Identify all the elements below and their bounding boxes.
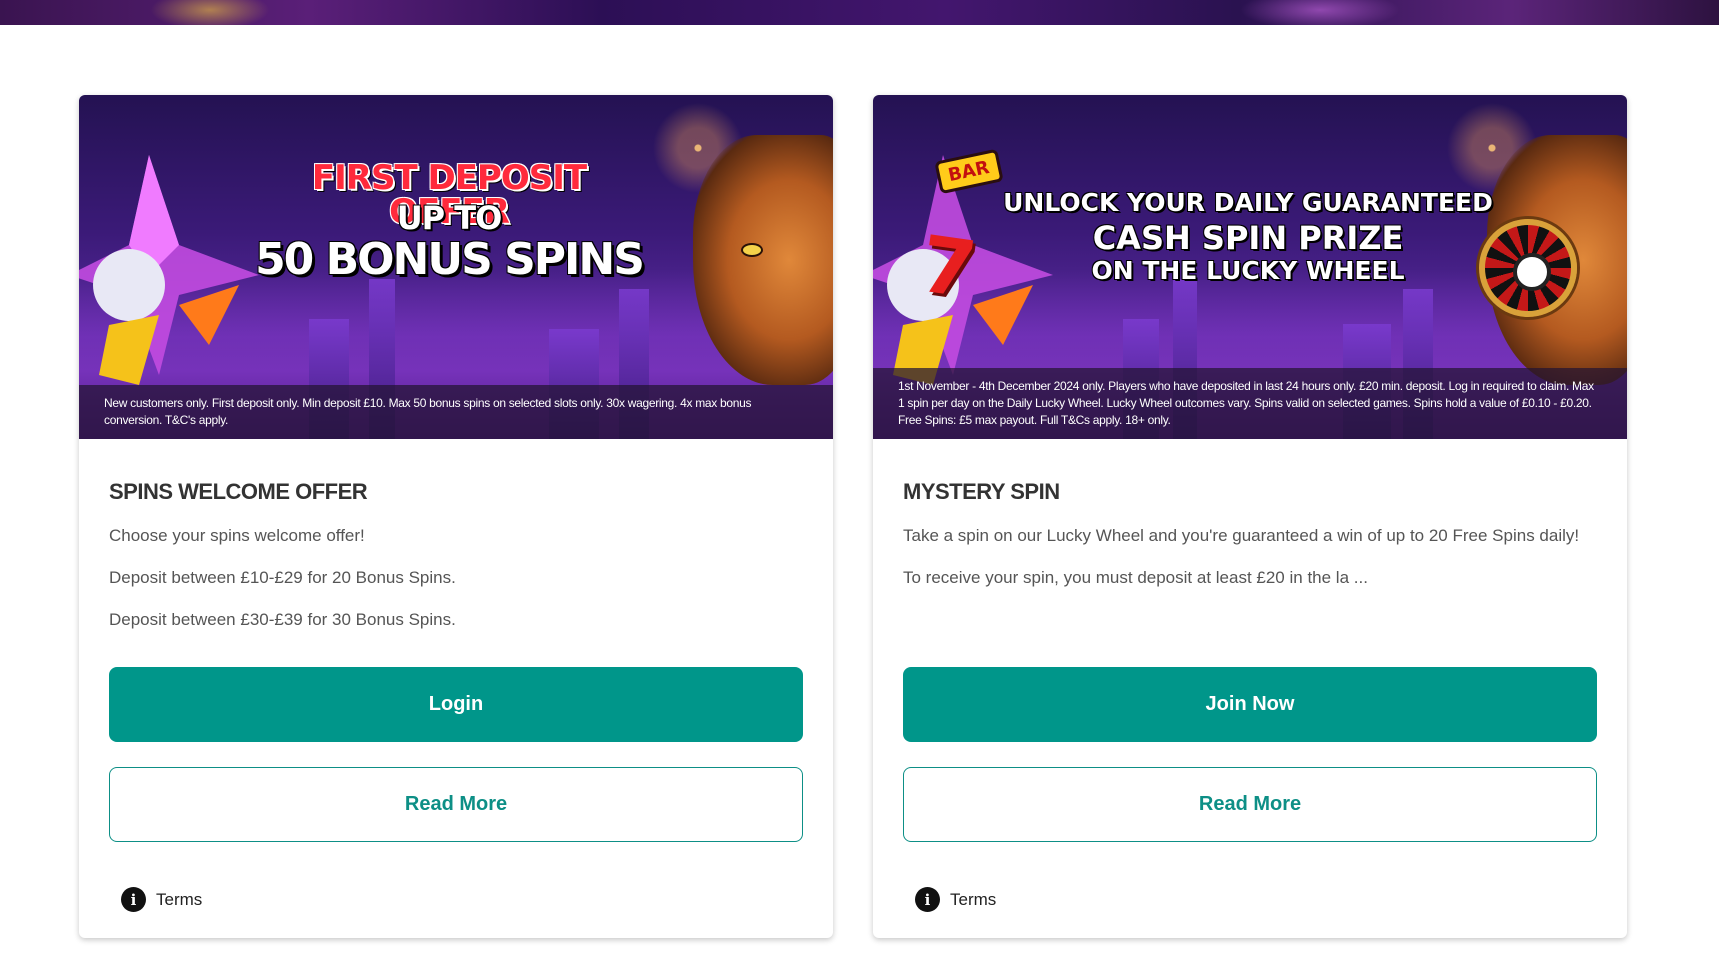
read-more-button[interactable]: Read More (903, 767, 1597, 842)
promo-hero-image: BAR 7 UNLOCK YOUR DAILY GUARANTEED CASH … (873, 95, 1627, 439)
card-text: To receive your spin, you must deposit a… (903, 568, 1368, 587)
promo-hero-image: FIRST DEPOSIT OFFER UP TO 50 BONUS SPINS… (79, 95, 833, 439)
hero-offer: ON THE LUCKY WHEEL (1091, 256, 1405, 285)
card-text: Take a spin on our Lucky Wheel and you'r… (903, 526, 1580, 545)
card-text: Deposit between £30-£39 for 30 Bonus Spi… (109, 610, 456, 629)
terms-label: Terms (156, 889, 203, 909)
join-now-button[interactable]: Join Now (903, 667, 1597, 742)
card-title: MYSTERY SPIN (903, 479, 1060, 504)
promo-card-mystery-spin: BAR 7 UNLOCK YOUR DAILY GUARANTEED CASH … (873, 95, 1627, 938)
hero-caption: 1st November - 4th December 2024 only. P… (873, 368, 1627, 439)
terms-link[interactable]: i Terms (121, 887, 202, 912)
card-text: Choose your spins welcome offer! (109, 526, 365, 545)
terms-link[interactable]: i Terms (915, 887, 996, 912)
card-title: SPINS WELCOME OFFER (109, 479, 368, 504)
info-icon: i (121, 887, 146, 912)
hero-subheadline: CASH SPIN PRIZE (1092, 219, 1404, 257)
hero-subheadline: UP TO (396, 199, 503, 237)
info-icon: i (915, 887, 940, 912)
hero-caption: New customers only. First deposit only. … (79, 385, 833, 439)
read-more-button[interactable]: Read More (109, 767, 803, 842)
card-text: Deposit between £10-£29 for 20 Bonus Spi… (109, 568, 456, 587)
top-banner-image (0, 0, 1719, 25)
promo-card-spins-welcome: FIRST DEPOSIT OFFER UP TO 50 BONUS SPINS… (79, 95, 833, 938)
login-button[interactable]: Login (109, 667, 803, 742)
promotions-grid: FIRST DEPOSIT OFFER UP TO 50 BONUS SPINS… (79, 95, 1627, 938)
terms-label: Terms (950, 889, 997, 909)
hero-headline: UNLOCK YOUR DAILY GUARANTEED (1003, 188, 1493, 217)
hero-offer: 50 BONUS SPINS (255, 234, 645, 285)
